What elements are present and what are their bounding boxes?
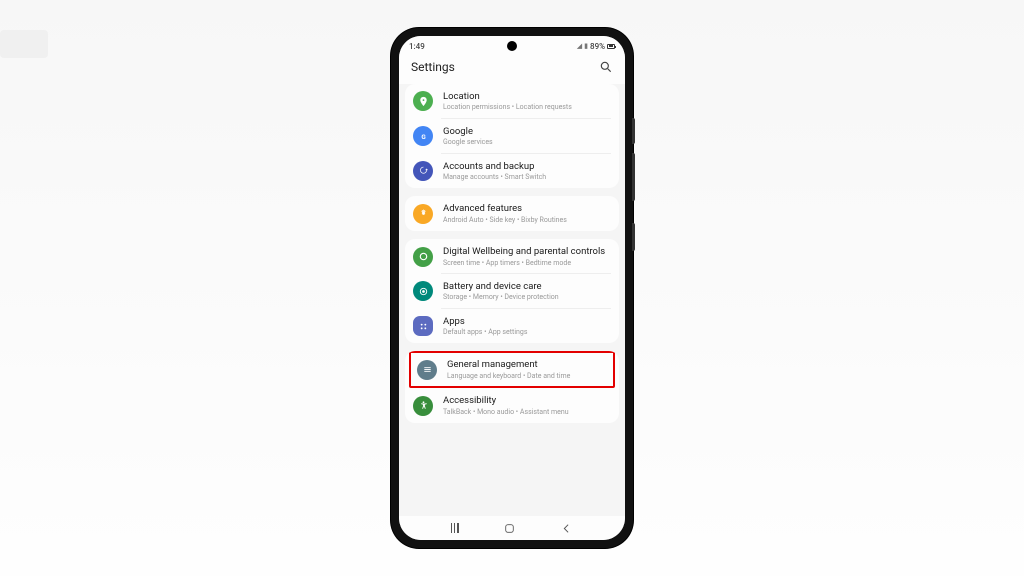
google-icon: G (413, 126, 433, 146)
back-button[interactable] (560, 522, 573, 535)
backup-icon (413, 161, 433, 181)
item-title: Apps (443, 316, 611, 327)
settings-group: Digital Wellbeing and parental controls S… (405, 239, 619, 343)
volume-up-button (632, 118, 635, 144)
item-subtitle: Location permissions • Location requests (443, 103, 611, 111)
search-icon (599, 60, 613, 74)
item-text: General management Language and keyboard … (447, 359, 607, 380)
item-subtitle: TalkBack • Mono audio • Assistant menu (443, 408, 611, 416)
item-subtitle: Google services (443, 138, 611, 146)
item-title: Battery and device care (443, 281, 611, 292)
item-title: Digital Wellbeing and parental controls (443, 246, 611, 257)
item-subtitle: Manage accounts • Smart Switch (443, 173, 611, 181)
battery-icon (607, 44, 615, 49)
recents-icon (451, 523, 459, 533)
status-right: ◢ ▮ 89% (577, 42, 615, 51)
item-subtitle: Default apps • App settings (443, 328, 611, 336)
item-text: AppsDefault apps • App settings (443, 316, 611, 337)
item-title: Google (443, 126, 611, 137)
settings-item-accounts[interactable]: Accounts and backupManage accounts • Sma… (405, 154, 619, 189)
settings-header: Settings (399, 54, 625, 84)
page-side-decoration (0, 30, 48, 58)
battery-icon (413, 281, 433, 301)
settings-group: LocationLocation permissions • Location … (405, 84, 619, 188)
item-text: Battery and device careStorage • Memory … (443, 281, 611, 302)
phone-frame: 1:49 ◢ ▮ 89% Settings LocationLocation p… (391, 28, 633, 548)
settings-item-general[interactable]: General management Language and keyboard … (411, 353, 613, 386)
wifi-icon: ◢ (577, 42, 582, 50)
phone-screen: 1:49 ◢ ▮ 89% Settings LocationLocation p… (399, 36, 625, 540)
settings-group: Advanced features Android Auto • Side key… (405, 196, 619, 231)
back-icon (560, 522, 573, 535)
navigation-bar (399, 516, 625, 540)
svg-text:G: G (421, 132, 426, 140)
general-icon (417, 360, 437, 380)
accessibility-icon (413, 396, 433, 416)
item-text: GoogleGoogle services (443, 126, 611, 147)
settings-item-apps[interactable]: AppsDefault apps • App settings (405, 309, 619, 344)
settings-item-location[interactable]: LocationLocation permissions • Location … (405, 84, 619, 119)
camera-notch (507, 41, 517, 51)
item-text: Accounts and backupManage accounts • Sma… (443, 161, 611, 182)
item-title: Location (443, 91, 611, 102)
volume-down-button (632, 153, 635, 201)
settings-item-battery[interactable]: Battery and device careStorage • Memory … (405, 274, 619, 309)
item-text: LocationLocation permissions • Location … (443, 91, 611, 112)
search-button[interactable] (599, 60, 613, 74)
item-title: Accessibility (443, 395, 611, 406)
item-subtitle: Storage • Memory • Device protection (443, 293, 611, 301)
page-title: Settings (411, 60, 455, 74)
item-text: Accessibility TalkBack • Mono audio • Ass… (443, 395, 611, 416)
item-title: General management (447, 359, 607, 370)
wellbeing-icon (413, 247, 433, 267)
apps-icon (413, 316, 433, 336)
highlight-annotation: General management Language and keyboard … (409, 351, 615, 388)
settings-item-wellbeing[interactable]: Digital Wellbeing and parental controls S… (405, 239, 619, 274)
item-subtitle: Screen time • App timers • Bedtime mode (443, 259, 611, 267)
home-button[interactable] (503, 522, 516, 535)
signal-icon: ▮ (584, 42, 588, 50)
item-text: Advanced features Android Auto • Side key… (443, 203, 611, 224)
settings-item-google[interactable]: G GoogleGoogle services (405, 119, 619, 154)
battery-percent: 89% (590, 42, 605, 51)
recents-button[interactable] (451, 523, 459, 533)
item-subtitle: Android Auto • Side key • Bixby Routines (443, 216, 611, 224)
location-icon (413, 91, 433, 111)
settings-list[interactable]: LocationLocation permissions • Location … (399, 84, 625, 516)
settings-group: General management Language and keyboard … (405, 351, 619, 423)
settings-item-accessibility[interactable]: Accessibility TalkBack • Mono audio • Ass… (405, 388, 619, 423)
item-text: Digital Wellbeing and parental controls S… (443, 246, 611, 267)
advanced-icon (413, 204, 433, 224)
settings-item-advanced[interactable]: Advanced features Android Auto • Side key… (405, 196, 619, 231)
status-time: 1:49 (409, 42, 425, 51)
item-title: Advanced features (443, 203, 611, 214)
power-button (632, 223, 635, 251)
item-title: Accounts and backup (443, 161, 611, 172)
home-icon (503, 522, 516, 535)
item-subtitle: Language and keyboard • Date and time (447, 372, 607, 380)
